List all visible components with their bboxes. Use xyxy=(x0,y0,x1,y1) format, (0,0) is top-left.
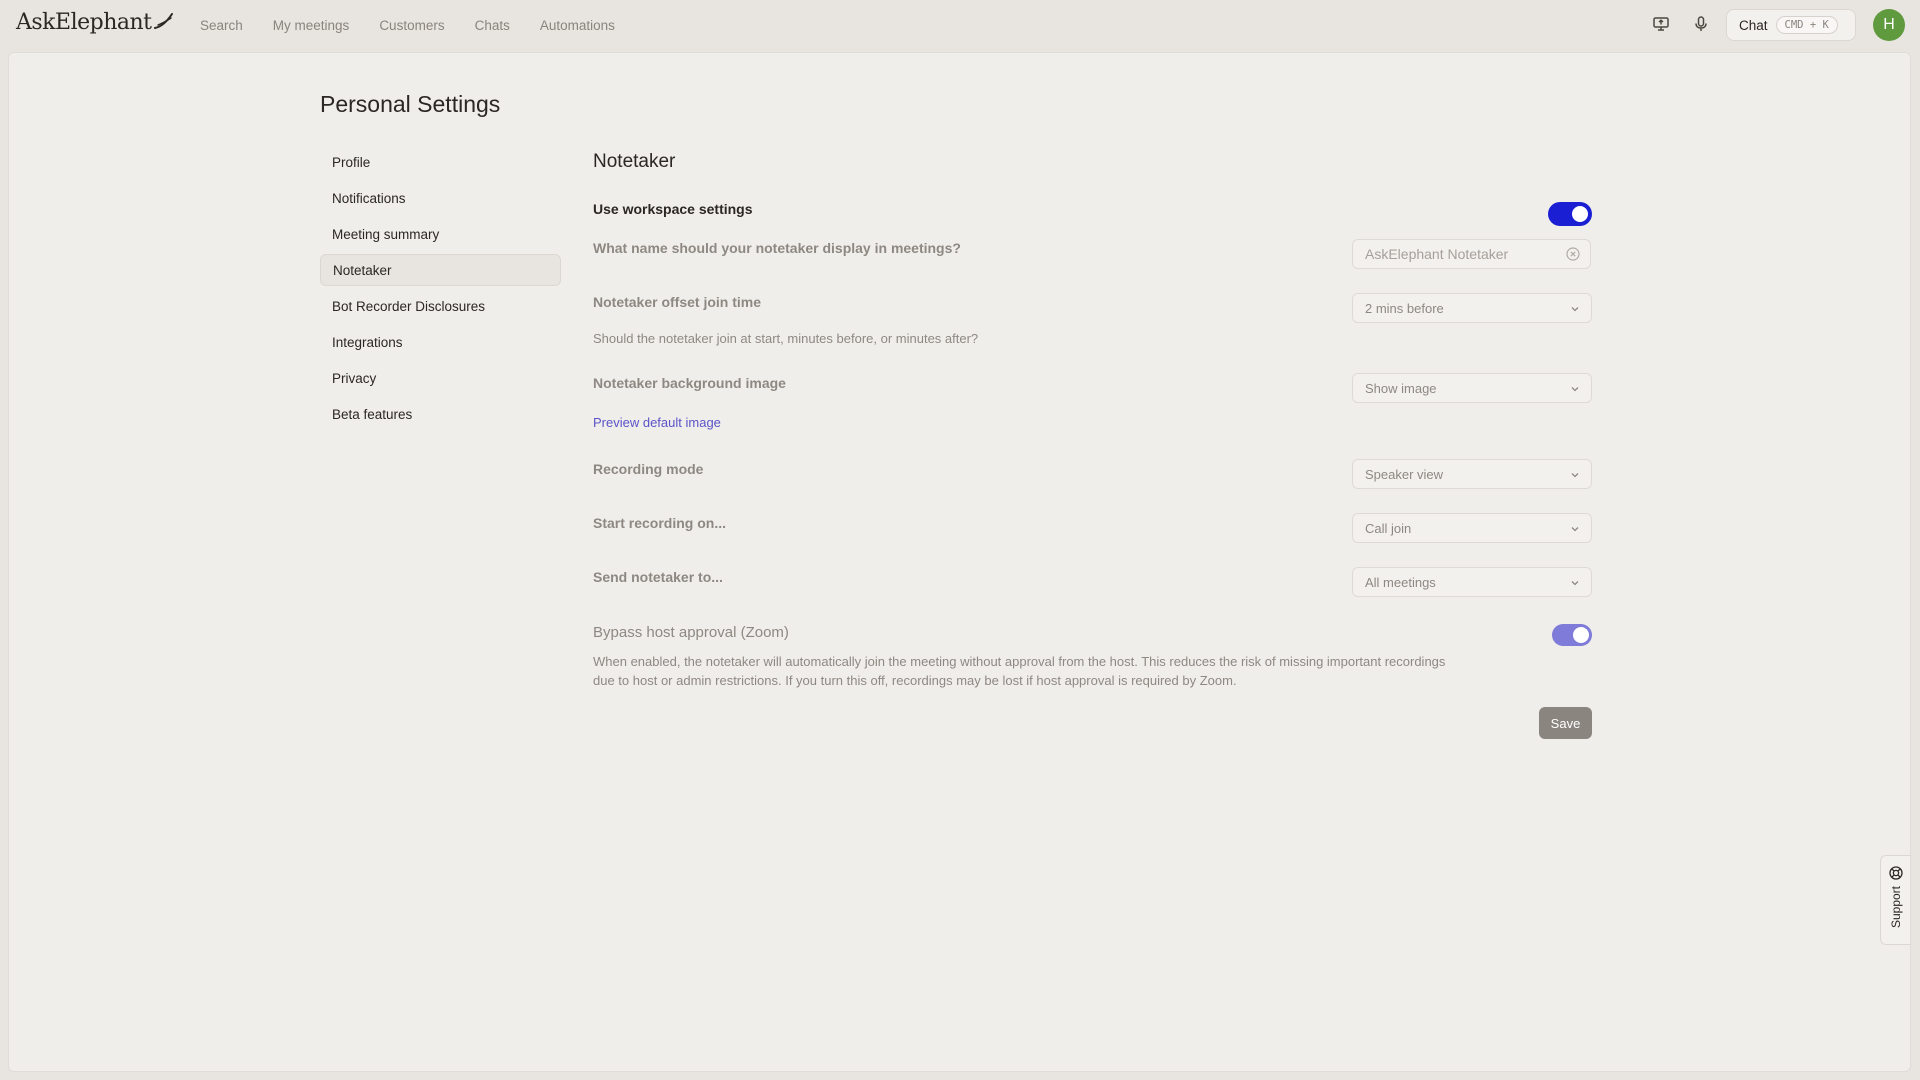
brand-name: AskElephant xyxy=(16,10,152,35)
main-nav: Search My meetings Customers Chats Autom… xyxy=(200,0,645,50)
bypass-help-line-2: due to host or admin restrictions. If yo… xyxy=(593,673,1237,688)
support-label: Support xyxy=(1888,886,1903,929)
chevron-down-icon xyxy=(1571,473,1579,478)
main-panel: Personal Settings Profile Notifications … xyxy=(8,52,1911,1072)
section-title: Notetaker xyxy=(593,151,676,172)
offset-join-value: 2 mins before xyxy=(1365,300,1444,316)
chevron-down-icon xyxy=(1571,387,1579,392)
settings-sidebar: Profile Notifications Meeting summary No… xyxy=(320,146,561,434)
start-recording-label: Start recording on... xyxy=(593,515,727,531)
use-workspace-toggle[interactable] xyxy=(1548,202,1592,226)
bypass-host-approval-label: Bypass host approval (Zoom) xyxy=(593,624,789,641)
chevron-down-icon xyxy=(1571,527,1579,532)
nav-automations[interactable]: Automations xyxy=(540,18,615,33)
start-recording-value: Call join xyxy=(1365,520,1412,536)
sidebar-item-privacy[interactable]: Privacy xyxy=(320,362,561,394)
chat-button-label: Chat xyxy=(1739,17,1768,33)
offset-join-select[interactable]: 2 mins before xyxy=(1352,293,1592,323)
sidebar-item-bot-recorder-disclosures[interactable]: Bot Recorder Disclosures xyxy=(320,290,561,322)
background-image-select[interactable]: Show image xyxy=(1352,373,1592,403)
send-notetaker-value: All meetings xyxy=(1365,574,1436,590)
recording-mode-label: Recording mode xyxy=(593,461,704,477)
bypass-help-line-1: When enabled, the notetaker will automat… xyxy=(593,654,1446,669)
chevron-down-icon xyxy=(1571,581,1579,586)
send-notetaker-select[interactable]: All meetings xyxy=(1352,567,1592,597)
sidebar-item-integrations[interactable]: Integrations xyxy=(320,326,561,358)
recording-mode-select[interactable]: Speaker view xyxy=(1352,459,1592,489)
chat-button[interactable]: Chat CMD + K xyxy=(1726,9,1856,41)
toggle-knob xyxy=(1573,627,1589,643)
display-name-input[interactable]: AskElephant Notetaker xyxy=(1352,239,1591,269)
sidebar-item-beta-features[interactable]: Beta features xyxy=(320,398,561,430)
bypass-host-approval-toggle[interactable] xyxy=(1552,624,1592,646)
recording-mode-value: Speaker view xyxy=(1365,466,1444,482)
background-image-value: Show image xyxy=(1365,380,1437,396)
sidebar-item-notifications[interactable]: Notifications xyxy=(320,182,561,214)
elephant-swoosh-icon xyxy=(153,12,173,29)
sidebar-item-meeting-summary[interactable]: Meeting summary xyxy=(320,218,561,250)
display-name-label: What name should your notetaker display … xyxy=(593,240,961,256)
brand-logo[interactable]: AskElephant xyxy=(16,10,174,35)
nav-search[interactable]: Search xyxy=(200,18,243,33)
clear-input-icon[interactable] xyxy=(1566,247,1580,261)
page-title: Personal Settings xyxy=(320,91,501,117)
nav-customers[interactable]: Customers xyxy=(379,18,444,33)
sidebar-item-notetaker[interactable]: Notetaker xyxy=(320,254,561,286)
offset-join-help: Should the notetaker join at start, minu… xyxy=(593,331,979,346)
preview-default-image-link[interactable]: Preview default image xyxy=(593,415,721,430)
save-button[interactable]: Save xyxy=(1539,707,1592,739)
use-workspace-label: Use workspace settings xyxy=(593,201,753,217)
start-recording-select[interactable]: Call join xyxy=(1352,513,1592,543)
user-avatar[interactable]: H xyxy=(1873,9,1905,41)
chevron-down-icon xyxy=(1571,307,1579,312)
nav-chats[interactable]: Chats xyxy=(475,18,510,33)
support-tab[interactable]: Support xyxy=(1880,855,1910,945)
send-notetaker-label: Send notetaker to... xyxy=(593,569,723,585)
display-name-placeholder: AskElephant Notetaker xyxy=(1365,246,1509,262)
top-bar: AskElephant Search My meetings Customers… xyxy=(0,0,1920,52)
screen-share-icon[interactable] xyxy=(1650,13,1672,35)
microphone-icon[interactable] xyxy=(1690,13,1712,35)
offset-join-label: Notetaker offset join time xyxy=(593,294,762,310)
toggle-knob xyxy=(1572,206,1588,222)
chat-shortcut-badge: CMD + K xyxy=(1775,16,1838,34)
lifebuoy-icon xyxy=(1888,866,1903,880)
sidebar-item-profile[interactable]: Profile xyxy=(320,146,561,178)
nav-my-meetings[interactable]: My meetings xyxy=(273,18,350,33)
background-image-label: Notetaker background image xyxy=(593,375,786,391)
